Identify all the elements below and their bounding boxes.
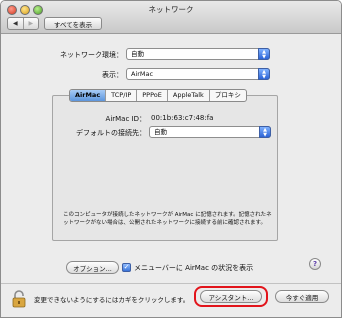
network-location-popup[interactable]: 自動 ▲ ▼ [126,48,270,60]
network-location-value: 自動 [131,50,144,58]
tab-airmac[interactable]: AirMac [70,90,106,101]
menubar-status-checkbox[interactable]: ✓ [122,263,131,272]
popup-arrows-icon: ▲ ▼ [258,48,270,60]
show-label: 表示： [102,71,123,79]
default-connect-label: デフォルトの接続先： [76,129,146,137]
back-button[interactable]: ◀ [8,18,23,29]
airmac-info-text: このコンピュータが接続したネットワークが AirMac に記憶されます。記憶され… [63,212,272,226]
tab-bar: AirMac TCP/IP PPPoE AppleTalk プロキシ [69,89,247,102]
assistant-highlight-annotation [194,286,268,307]
show-popup[interactable]: AirMac ▲ ▼ [126,68,270,80]
default-connect-popup[interactable]: 自動 ▲ ▼ [149,126,271,138]
show-all-button[interactable]: すべてを表示 [44,17,102,30]
tab-tcpip[interactable]: TCP/IP [105,90,136,101]
show-value: AirMac [131,70,154,78]
footer-divider [1,283,341,284]
popup-arrows-icon: ▲ ▼ [258,68,270,80]
default-connect-value: 自動 [154,128,167,136]
window-title: ネットワーク [148,5,194,14]
airmac-id-label: AirMac ID： [105,115,146,123]
back-arrow-icon: ◀ [12,20,18,27]
popup-arrows-icon: ▲ ▼ [259,126,271,138]
lock-icon[interactable] [12,290,26,308]
forward-arrow-icon: ▶ [28,20,34,27]
back-forward-group: ◀ ▶ [7,17,39,30]
tab-pppoe[interactable]: PPPoE [136,90,167,101]
help-button[interactable]: ? [309,258,321,270]
apply-now-button[interactable]: 今すぐ適用 [275,290,329,303]
network-preferences-window: ネットワーク ◀ ▶ すべてを表示 ネットワーク環境： 自動 ▲ ▼ 表示： Ai… [0,0,342,318]
tab-proxy[interactable]: プロキシ [208,90,246,101]
network-location-label: ネットワーク環境： [60,51,123,59]
forward-button[interactable]: ▶ [22,18,39,29]
tab-appletalk[interactable]: AppleTalk [166,90,209,101]
options-button[interactable]: オプション... [66,261,119,274]
menubar-status-label: メニューバーに AirMac の状況を表示 [134,264,254,272]
airmac-id-value: 00:1b:63:c7:48:fa [151,114,214,122]
lock-instruction-text: 変更できないようにするにはカギをクリックします。 [34,296,190,304]
title-bar: ネットワーク ◀ ▶ すべてを表示 [1,1,341,34]
